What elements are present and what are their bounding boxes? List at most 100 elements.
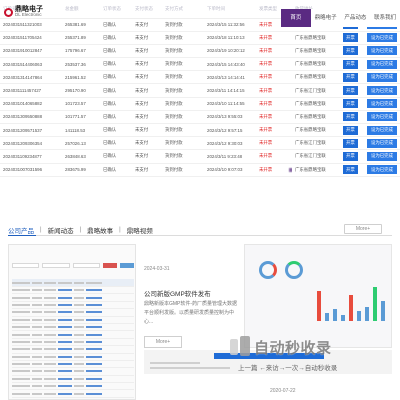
- screenshot-cell: [74, 355, 84, 358]
- screenshot-cell: [12, 355, 30, 358]
- screenshot-cell: [12, 311, 30, 314]
- screenshot-cell: [74, 303, 84, 306]
- invoice-button[interactable]: 开票: [343, 165, 358, 175]
- brand-mark-icon: [4, 7, 13, 17]
- table-cell: 广东省鼎略宝联: [292, 44, 340, 59]
- screenshot-row: [12, 376, 134, 384]
- table-cell: 未支付: [132, 123, 162, 138]
- table-cell: 2024/3/18 11:10:13: [204, 31, 256, 45]
- tab-company-products[interactable]: 公司产品: [8, 225, 40, 235]
- mark-complete-button[interactable]: 设为已完成: [367, 59, 397, 69]
- screenshot-cell: [86, 348, 102, 351]
- screenshot-cell: [32, 340, 42, 343]
- table-cell: 开票: [340, 83, 364, 98]
- screenshot-cell: [44, 377, 56, 380]
- invoice-button[interactable]: 开票: [343, 86, 358, 96]
- screenshot-cell: [32, 303, 42, 306]
- invoice-button[interactable]: 开票: [343, 99, 358, 109]
- table-row: 2024031209571537 141118.53 已确认 未支付 货到付款 2024/…: [0, 123, 400, 138]
- screenshot-cell: [12, 318, 30, 321]
- nav-item-contact[interactable]: 联系我们: [370, 9, 400, 27]
- mark-complete-button[interactable]: 设为已完成: [367, 138, 397, 148]
- screenshot-row: [12, 339, 134, 347]
- table-cell: 未开票: [256, 83, 286, 98]
- section-more-button[interactable]: More+: [344, 224, 382, 234]
- screenshot-cell: [86, 370, 102, 373]
- screenshot-cell: [74, 318, 84, 321]
- screenshot-cell: [12, 392, 30, 395]
- nav-item-home[interactable]: 首页: [281, 9, 311, 27]
- mark-complete-button[interactable]: 设为已完成: [367, 46, 397, 56]
- mark-complete-button[interactable]: 设为已完成: [367, 125, 397, 135]
- tab-story[interactable]: 鼎略故事: [87, 225, 119, 235]
- invoice-button[interactable]: 开票: [343, 33, 358, 43]
- dashboard-bar: [381, 301, 385, 321]
- screenshot-cell: [86, 363, 102, 366]
- nav-item-about[interactable]: 鼎略电子: [310, 9, 341, 27]
- table-cell: 设为已完成: [364, 110, 400, 125]
- mark-complete-button[interactable]: 设为已完成: [367, 72, 397, 82]
- invoice-button[interactable]: 开票: [343, 125, 358, 135]
- mark-complete-button[interactable]: 设为已完成: [367, 165, 397, 175]
- news-more-button[interactable]: More+: [144, 336, 182, 348]
- tab-news[interactable]: 新闻动态: [48, 225, 80, 235]
- screenshot-cell: [86, 377, 102, 380]
- table-cell: 未支付: [132, 110, 162, 125]
- table-cell: 2024031007031596: [0, 163, 62, 177]
- table-cell: 广东省江门宝联: [292, 136, 340, 151]
- screenshot-cell: [74, 370, 84, 373]
- invoice-button[interactable]: 开票: [343, 59, 358, 69]
- screenshot-cell: [32, 355, 42, 358]
- table-cell: 广东省鼎略宝联: [292, 57, 340, 72]
- mark-complete-button[interactable]: 设为已完成: [367, 99, 397, 109]
- screenshot-cell: [12, 303, 30, 306]
- invoice-button[interactable]: 开票: [343, 151, 358, 161]
- news-summary: 鼎略新版本GMP软件-药厂质量管理大数据平台顺利发版。以质量研发质量控制为中心.…: [144, 301, 238, 325]
- brand-logo[interactable]: 鼎略电子 DL Electronic: [4, 4, 44, 20]
- table-cell: 货到付款: [162, 97, 204, 111]
- table-row: 2024031511705424 255371.89 已确认 未支付 货到付款 2024/…: [0, 31, 400, 45]
- dashboard-bar: [341, 315, 345, 321]
- mark-complete-button[interactable]: 设为已完成: [367, 33, 397, 43]
- table-cell: 未支付: [132, 136, 162, 151]
- table-row: 2024031007031596 283675.99 已确认 未支付 货到付款 2024/…: [0, 163, 400, 177]
- donut-graphic: [259, 261, 277, 279]
- screenshot-cell: [44, 392, 56, 395]
- mark-complete-button[interactable]: 设为已完成: [367, 112, 397, 122]
- dashboard-bar: [365, 307, 369, 321]
- screenshot-cell: [32, 348, 42, 351]
- invoice-button[interactable]: 开票: [343, 138, 358, 148]
- table-cell: 设为已完成: [364, 57, 400, 72]
- table-cell: 广东省鼎略宝联: [292, 97, 340, 111]
- watermark-caption: 上一篇 ←来访→一次→自动秒收录: [238, 365, 338, 372]
- screenshot-cell: [12, 385, 30, 388]
- table-row: 2024031910012847 175796.67 已确认 未支付 货到付款 2024/…: [0, 44, 400, 59]
- news-date-secondary: 2020-07-22: [270, 388, 296, 394]
- screenshot-cell: [58, 281, 72, 284]
- news-title[interactable]: 公司新版GMP软件发布: [144, 288, 211, 298]
- table-cell: 253537.36: [62, 57, 100, 72]
- mark-complete-button[interactable]: 设为已完成: [367, 151, 397, 161]
- table-cell: 2024031014065882: [0, 97, 62, 111]
- table-cell: 设为已完成: [364, 123, 400, 138]
- invoice-button[interactable]: 开票: [343, 46, 358, 56]
- orders-table-region: 订单号总金额订单状态支付状态支付方式下单时间发票类型收货地址 202403151…: [0, 0, 400, 182]
- table-cell: 已确认: [100, 163, 132, 177]
- screenshot-cell: [86, 392, 102, 395]
- screenshot-cell: [74, 333, 84, 336]
- product-screenshot[interactable]: [8, 244, 136, 400]
- nav-item-products[interactable]: 产品动态: [340, 9, 371, 27]
- table-cell: 货到付款: [162, 57, 204, 72]
- active-tab-underline: [8, 235, 36, 236]
- table-cell: 广东省鼎略宝联: [292, 110, 340, 125]
- table-cell: 开票: [340, 97, 364, 111]
- tab-video[interactable]: 鼎略视频: [127, 225, 159, 235]
- table-cell: 2024031910012847: [0, 44, 62, 59]
- table-cell: 开票: [340, 149, 364, 164]
- table-cell: 257026.13: [62, 136, 100, 151]
- screenshot-cell: [44, 311, 56, 314]
- table-cell: 未支付: [132, 97, 162, 111]
- invoice-button[interactable]: 开票: [343, 72, 358, 82]
- mark-complete-button[interactable]: 设为已完成: [367, 86, 397, 96]
- invoice-button[interactable]: 开票: [343, 112, 358, 122]
